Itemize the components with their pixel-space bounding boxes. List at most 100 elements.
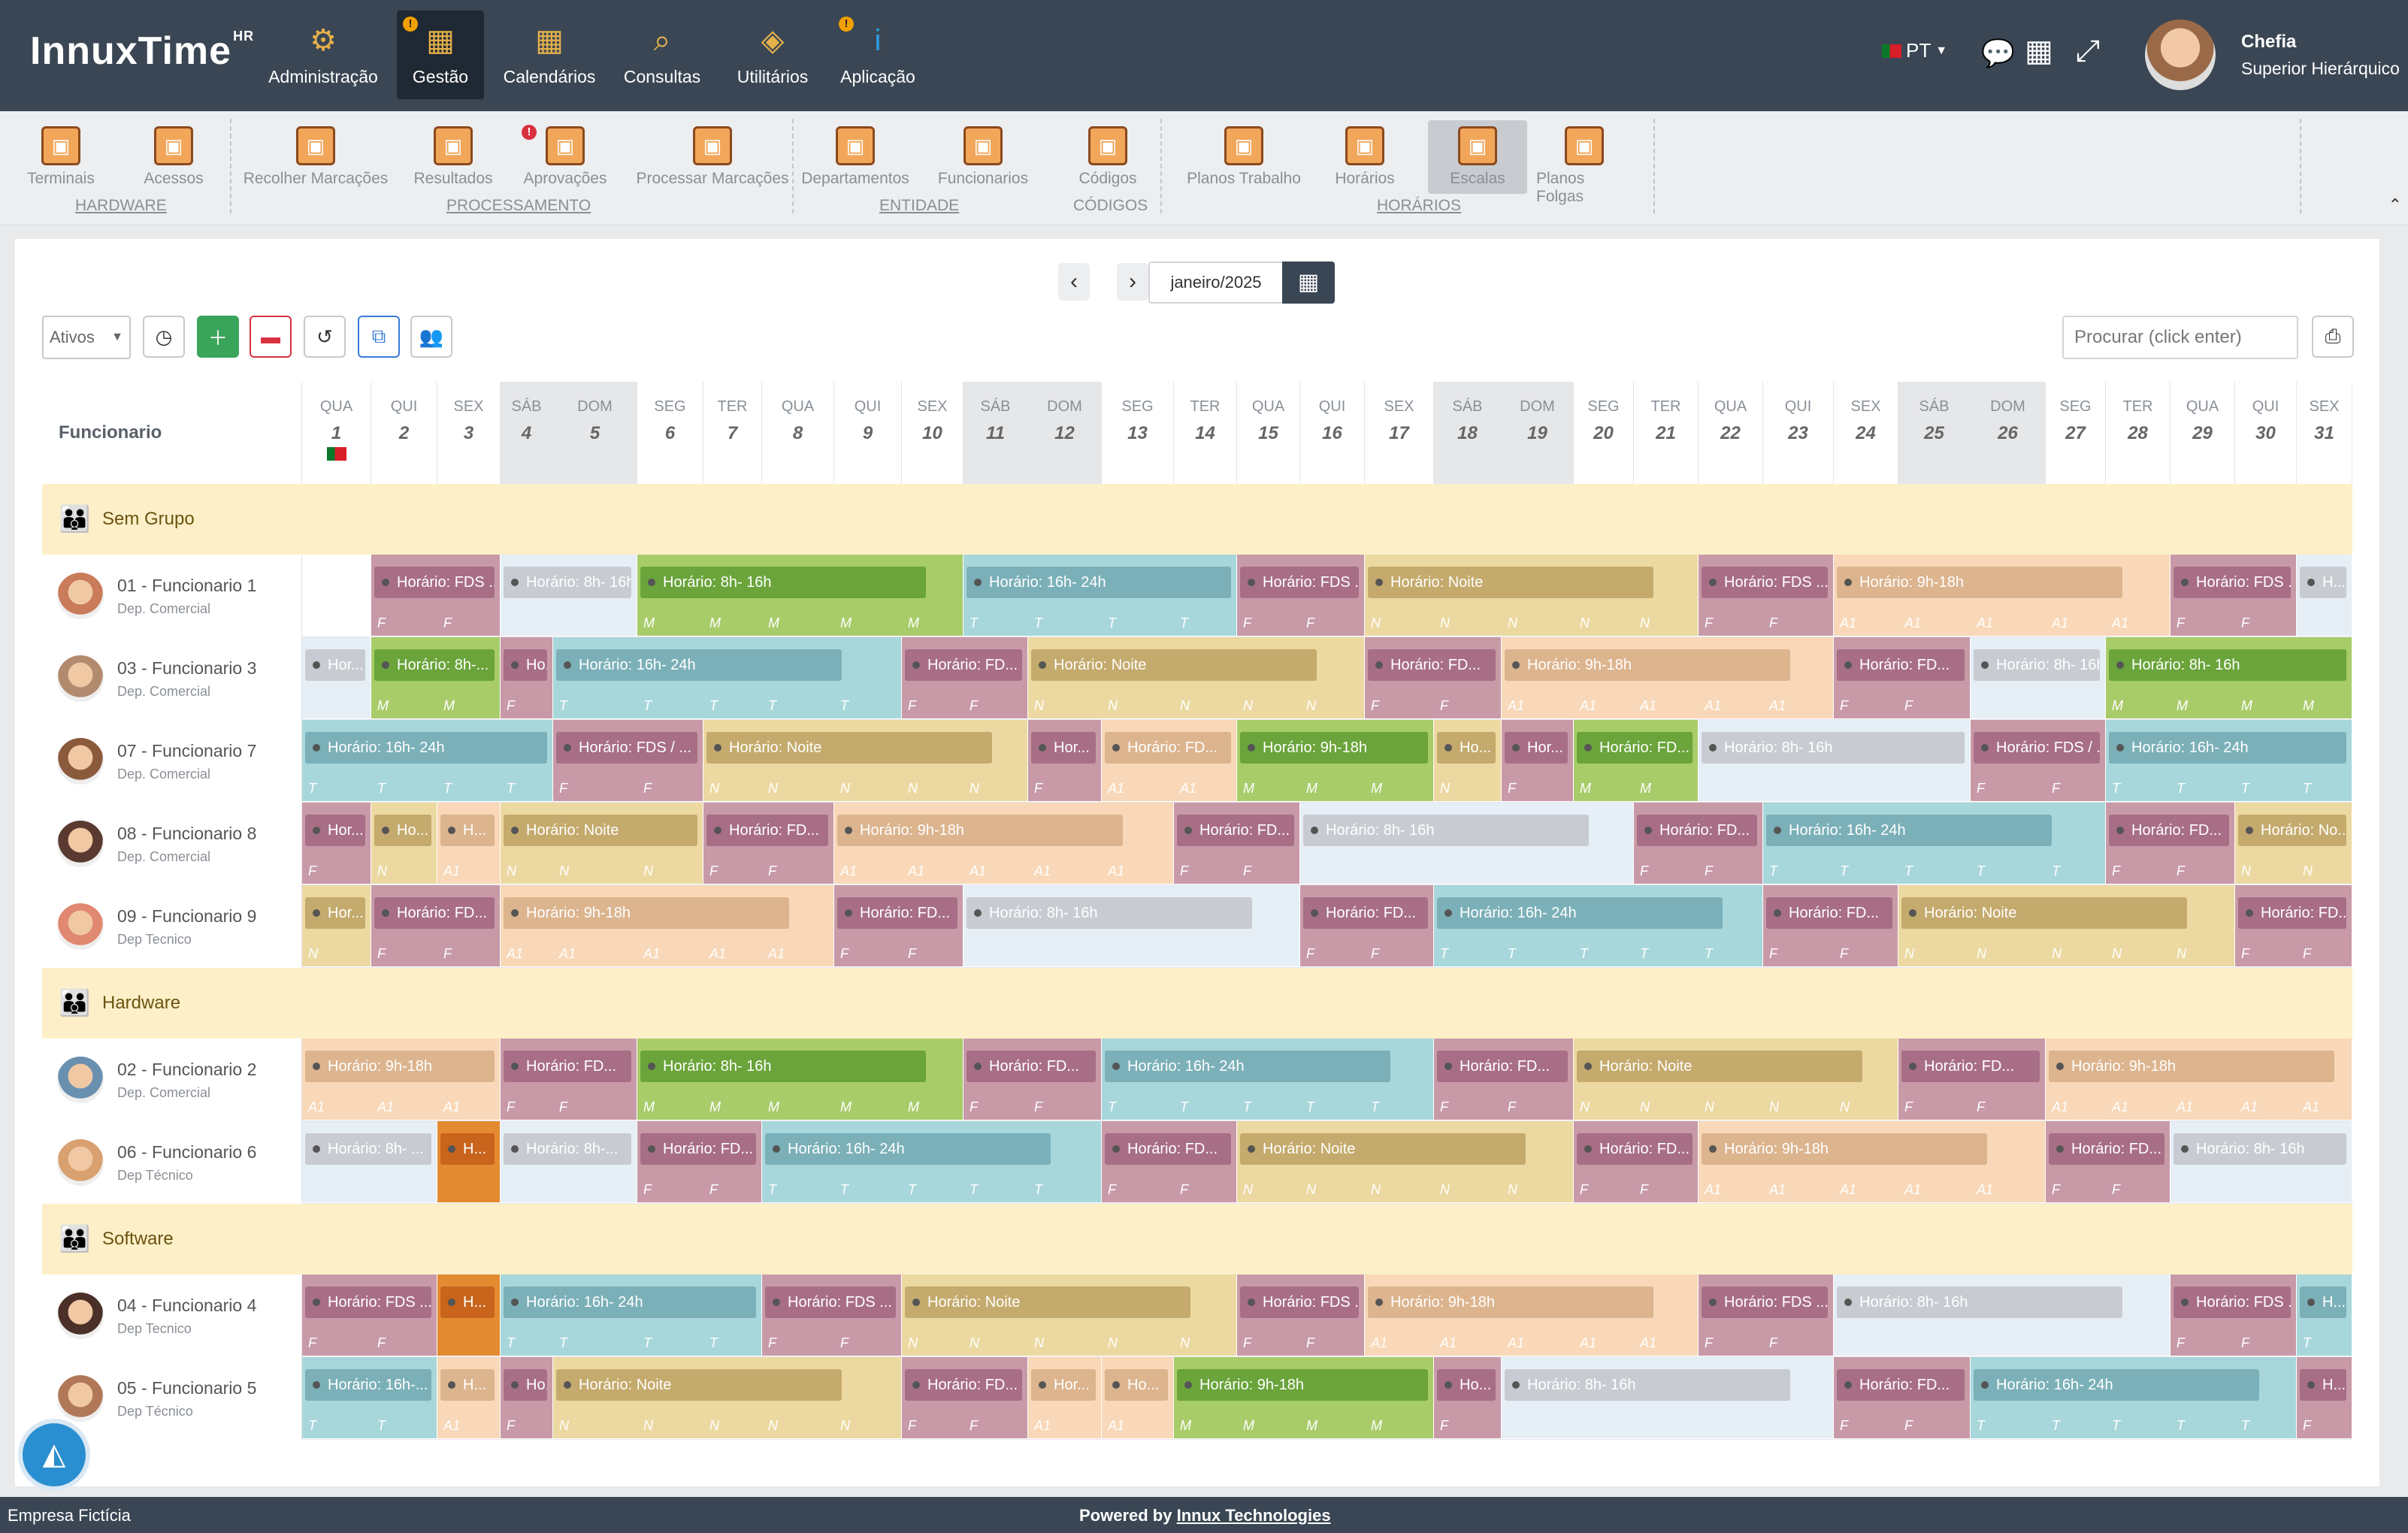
schedule-pill[interactable]: Horário: FDS ...	[2174, 1287, 2291, 1318]
schedule-block[interactable]: Horário: FD... F F	[371, 885, 501, 966]
schedule-block[interactable]: Horário: 16h-... T T	[302, 1357, 437, 1438]
schedule-pill[interactable]: Hor...	[1505, 732, 1568, 763]
schedule-block[interactable]: Horário: Noite N N N N N	[1237, 1121, 1574, 1202]
user-avatar[interactable]	[2145, 20, 2216, 90]
ribbon-planos-trabalho[interactable]: ▣ Planos Trabalho	[1177, 120, 1311, 194]
schedule-block[interactable]: Horário: FD... F F	[834, 885, 964, 966]
schedule-block[interactable]: Hor... F	[302, 803, 371, 884]
schedule-pill[interactable]: Horário: 8h- 16h	[967, 897, 1252, 929]
schedule-block[interactable]: Horário: 8h- ...	[302, 1121, 437, 1202]
schedule-pill[interactable]: Horário: 8h- 16h	[2174, 1133, 2346, 1165]
schedule-block[interactable]: Horário: FDS ... F F	[2171, 1274, 2297, 1356]
schedule-pill[interactable]: Horário: FDS ...	[765, 1287, 896, 1318]
schedule-block[interactable]: H...	[437, 1121, 501, 1202]
schedule-pill[interactable]: Horário: FDS ...	[2174, 567, 2291, 598]
schedule-block[interactable]: Horário: 9h-18h A1 A1 A1 A1 A1	[834, 803, 1174, 884]
schedule-pill[interactable]: Horário: 16h- 24h	[1105, 1051, 1390, 1082]
schedule-block[interactable]: Horário: FDS ... F F	[371, 555, 501, 636]
schedule-pill[interactable]: Hor...	[1031, 732, 1096, 763]
schedule-block[interactable]: Horário: FD... A1 A1	[1102, 720, 1237, 801]
ribbon-departamentos[interactable]: ▣ Departamentos	[800, 120, 911, 194]
employee-cell[interactable]: 07 - Funcionario 7 Dep. Comercial	[42, 720, 302, 803]
schedule-pill[interactable]: Ho...	[504, 1369, 547, 1401]
schedule-pill[interactable]: Horário: 16h- 24h	[1437, 897, 1723, 929]
schedule-block[interactable]: Horário: FDS ... F F	[1237, 1274, 1365, 1356]
schedule-block[interactable]: Horário: FD... M M	[1574, 720, 1699, 801]
nav-info[interactable]: i Aplicação!	[833, 11, 923, 99]
schedule-pill[interactable]: Horário: FDS ...	[1240, 1287, 1359, 1318]
schedule-pill[interactable]: Horário: 9h-18h	[1177, 1369, 1428, 1401]
schedule-block[interactable]: Horário: 9h-18h A1 A1 A1 A1 A1	[1834, 555, 2171, 636]
employee-cell[interactable]: 09 - Funcionario 9 Dep Tecnico	[42, 885, 302, 968]
schedule-block[interactable]: Horário: FD... F F	[1102, 1121, 1237, 1202]
schedule-block[interactable]: Horário: 9h-18h A1 A1 A1 A1 A1	[1365, 1274, 1699, 1356]
schedule-pill[interactable]: Horário: FD...	[640, 1133, 756, 1165]
schedule-pill[interactable]: Horário: 8h- 16h	[640, 1051, 926, 1082]
schedule-pill[interactable]: Horário: Noite	[556, 1369, 842, 1401]
schedule-pill[interactable]: Horário: FD...	[1577, 732, 1693, 763]
schedule-block[interactable]: Horário: 9h-18h A1 A1 A1 A1 A1	[2046, 1039, 2352, 1120]
ribbon-group-label[interactable]: PROCESSAMENTO	[446, 197, 591, 215]
schedule-pill[interactable]: Horário: 9h-18h	[1837, 567, 2122, 598]
schedule-pill[interactable]: Horário: Noite	[706, 732, 992, 763]
employee-cell[interactable]: 08 - Funcionario 8 Dep. Comercial	[42, 803, 302, 885]
schedule-block[interactable]: Horário: FD... F F	[964, 1039, 1102, 1120]
schedule-block[interactable]: Horário: FDS ... F F	[1699, 1274, 1834, 1356]
schedule-block[interactable]: Hor... N	[302, 885, 371, 966]
ribbon-aprova-es[interactable]: ▣ Aprovações!	[514, 120, 616, 194]
schedule-pill[interactable]: H...	[440, 1287, 495, 1318]
schedule-block[interactable]: Horário: 8h- 16h	[1300, 803, 1634, 884]
schedule-block[interactable]: Horário: FDS / ... F F	[553, 720, 703, 801]
ribbon-group-label[interactable]: ENTIDADE	[879, 197, 959, 215]
employee-cell[interactable]: 01 - Funcionario 1 Dep. Comercial	[42, 555, 302, 637]
schedule-block[interactable]: H... T	[2297, 1274, 2352, 1356]
schedule-pill[interactable]: Horário: 16h- 24h	[2109, 732, 2346, 763]
schedule-block[interactable]: Horário: 16h- 24h T T T T	[501, 1274, 762, 1356]
schedule-block[interactable]: Horário: 16h- 24h T T T T T	[553, 637, 902, 718]
schedule-block[interactable]: Horário: FDS / ... F F	[1971, 720, 2106, 801]
schedule-pill[interactable]: Horário: 9h-18h	[1368, 1287, 1653, 1318]
schedule-block[interactable]: Horário: FD... F F	[2046, 1121, 2171, 1202]
schedule-block[interactable]: Horário: 16h- 24h T T T T	[964, 555, 1237, 636]
employee-cell[interactable]: 02 - Funcionario 2 Dep. Comercial	[42, 1039, 302, 1121]
schedule-block[interactable]: Horário: Noite N N N N N	[1028, 637, 1365, 718]
schedule-block[interactable]: Horário: Noite N N N N N	[1898, 885, 2235, 966]
group-row[interactable]: 👪 Hardware	[42, 968, 2352, 1039]
schedule-block[interactable]: Horário: Noite N N N N N	[1365, 555, 1699, 636]
schedule-pill[interactable]: Horário: FD...	[1105, 732, 1231, 763]
schedule-block[interactable]: Horário: Noite N N N N N	[902, 1274, 1237, 1356]
schedule-block[interactable]: Horário: Noite N N N	[501, 803, 703, 884]
ribbon-group-label[interactable]: HORÁRIOS	[1377, 197, 1461, 215]
schedule-block[interactable]: Horário: 9h-18h M M M M	[1174, 1357, 1434, 1438]
employee-cell[interactable]: 06 - Funcionario 6 Dep Técnico	[42, 1121, 302, 1204]
schedule-pill[interactable]: Horário: FD...	[374, 897, 495, 929]
schedule-pill[interactable]: Horário: FD...	[1766, 897, 1892, 929]
schedule-block[interactable]: Horário: 9h-18h M M M	[1237, 720, 1434, 801]
schedule-block[interactable]: Horário: 8h- 16h	[1699, 720, 1971, 801]
schedule-pill[interactable]: Horário: 8h- 16h	[504, 567, 631, 598]
ribbon-terminais[interactable]: ▣ Terminais	[14, 120, 108, 194]
schedule-block[interactable]: Horário: FD... F F	[1634, 803, 1763, 884]
schedule-pill[interactable]: Horário: FD...	[1177, 815, 1294, 846]
schedule-block[interactable]: Horário: 8h- 16h M M M M M	[637, 1039, 964, 1120]
prev-month-button[interactable]: ‹	[1058, 263, 1090, 301]
history-button[interactable]: ◷	[143, 316, 185, 358]
schedule-pill[interactable]: Horário: FD...	[1837, 1369, 1965, 1401]
schedule-pill[interactable]: Horário: FD...	[2238, 897, 2346, 929]
schedule-pill[interactable]: Horário: FD...	[1637, 815, 1757, 846]
schedule-pill[interactable]: Horário: 8h- 16h	[1702, 732, 1965, 763]
apps-grid-icon[interactable]: ▦	[2025, 36, 2053, 66]
schedule-block[interactable]: Horário: 8h-...	[501, 1121, 637, 1202]
schedule-pill[interactable]: Horário: Noite	[1031, 649, 1317, 681]
ribbon-planos-folgas[interactable]: ▣ Planos Folgas	[1536, 120, 1632, 212]
schedule-pill[interactable]: Horário: FD...	[504, 1051, 631, 1082]
schedule-pill[interactable]: Horário: No...	[2238, 815, 2346, 846]
schedule-pill[interactable]: Horário: 8h- 16h	[1974, 649, 2100, 681]
nav-tools[interactable]: ◈ Utilitários	[728, 11, 818, 99]
add-button[interactable]: ＋	[197, 316, 239, 358]
schedule-block[interactable]: Horário: FD... F F	[2235, 885, 2352, 966]
schedule-pill[interactable]: Ho...	[1437, 1369, 1496, 1401]
search-input[interactable]: Procurar (click enter)	[2062, 316, 2298, 359]
schedule-pill[interactable]: Horário: 16h-...	[305, 1369, 431, 1401]
status-filter-select[interactable]: Ativos ▼	[42, 316, 131, 359]
